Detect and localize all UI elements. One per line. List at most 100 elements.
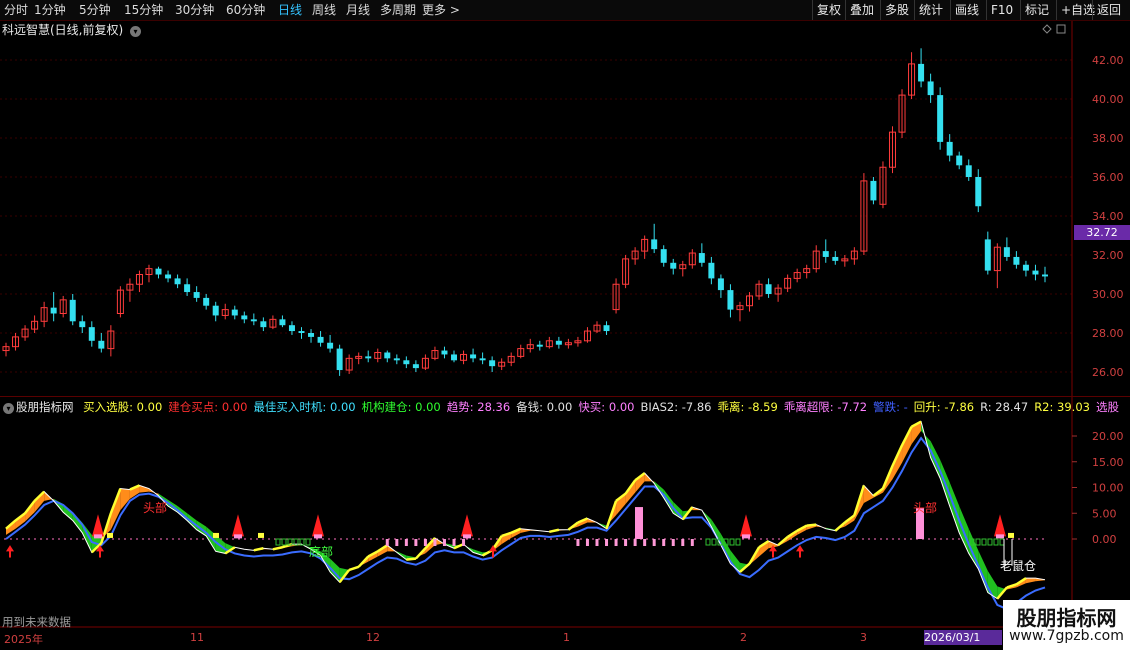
yellow-segment <box>549 528 560 534</box>
exit-label: 老鼠仓 <box>1000 559 1036 573</box>
bottom-marker <box>981 538 987 546</box>
candle-body <box>927 81 934 96</box>
buy-signal-base <box>742 534 750 539</box>
indicator-value: 警跌: - <box>873 400 908 414</box>
indicator-value: 备钱: 0.00 <box>516 400 573 414</box>
candle-body <box>69 299 76 322</box>
bottom-marker <box>999 538 1005 546</box>
bottom-marker <box>275 538 281 546</box>
indicator-tick-label: 5.00 <box>1092 507 1117 520</box>
candle-body <box>1022 264 1029 271</box>
indicator-value: BIAS2: -7.86 <box>640 400 712 414</box>
candle-body <box>937 95 944 142</box>
watermark-title: 股朋指标网 <box>1016 606 1117 630</box>
pane-divider[interactable] <box>0 396 1130 397</box>
price-tick-label: 30.00 <box>1092 288 1124 301</box>
candle-body <box>384 352 391 359</box>
buy-signal-triangle <box>92 514 104 537</box>
candle-body <box>308 333 315 337</box>
candle-body <box>279 319 286 326</box>
indicator-value: 回升: -7.86 <box>913 400 975 414</box>
x-tick: 11 <box>190 631 204 644</box>
candle-body <box>765 284 772 294</box>
indicator-value: 买入选股: 0.00 <box>83 400 163 414</box>
square-icon <box>1056 24 1066 34</box>
indicator-tick-label: 10.00 <box>1092 482 1124 495</box>
candle-body <box>727 290 734 310</box>
bottom-marker <box>705 538 711 546</box>
buy-signal-triangle <box>312 514 324 537</box>
price-tick-label: 40.00 <box>1092 93 1124 106</box>
candle-body <box>956 155 963 166</box>
candle-body <box>451 354 458 361</box>
blue-line <box>5 436 1046 611</box>
candle-body <box>708 262 715 279</box>
top-label: 头部 <box>913 500 937 515</box>
quickbuy-bar <box>681 539 685 546</box>
yellow-marker <box>107 532 113 538</box>
candle-body <box>79 321 86 328</box>
indicator-value: 选股 <box>1095 400 1119 414</box>
candle-body <box>184 284 191 293</box>
trend-band <box>1025 578 1036 584</box>
quickbuy-bar <box>462 539 466 546</box>
candle-body <box>660 249 667 263</box>
indicator-tick-label: 0.00 <box>1092 533 1117 546</box>
candle-body <box>832 256 839 261</box>
candle-body <box>288 325 295 332</box>
x-tick: 2025年 <box>4 633 43 646</box>
top-label: 头部 <box>143 500 167 515</box>
quickbuy-bar <box>633 539 637 546</box>
quickbuy-bar <box>690 539 694 546</box>
yellow-segment <box>272 546 283 551</box>
candle-body <box>336 348 343 371</box>
buy-signal-base <box>94 534 102 539</box>
bottom-marker <box>987 538 993 546</box>
quickbuy-bar <box>395 539 399 546</box>
candle-body <box>670 262 677 269</box>
quickbuy-bar <box>442 539 446 546</box>
watermark-url: www.7gpzb.com <box>1009 628 1124 644</box>
candle-body <box>1003 247 1010 257</box>
candle-body <box>298 331 305 333</box>
buy-signal-triangle <box>740 514 752 537</box>
quickbuy-bar <box>414 539 418 546</box>
indicator-value: R: 28.47 <box>980 400 1029 414</box>
current-price-tag: 32.72 <box>1074 225 1130 240</box>
candle-body <box>870 180 877 201</box>
candle-body <box>603 325 610 332</box>
candle-body <box>365 356 372 359</box>
yellow-segment <box>806 523 817 527</box>
kline-chart[interactable]: 42.0040.0038.0036.0034.0032.0030.0028.00… <box>0 0 1130 650</box>
quickbuy-bar <box>433 539 437 546</box>
candle-body <box>975 177 982 207</box>
indicator-toggle-icon[interactable]: ▾ <box>3 403 14 414</box>
candle-body <box>174 278 181 285</box>
candle-body <box>1042 274 1048 277</box>
candle-body <box>946 141 953 156</box>
signal-bar <box>635 507 643 539</box>
bottom-label: 底部 <box>309 544 333 559</box>
indicator-value: 乖离: -8.59 <box>717 400 778 414</box>
quickbuy-bar <box>652 539 656 546</box>
candle-body <box>1013 256 1020 265</box>
price-tick-label: 26.00 <box>1092 366 1124 379</box>
x-tick: 3 <box>860 631 867 644</box>
price-tick-label: 38.00 <box>1092 132 1124 145</box>
bottom-marker <box>711 538 717 546</box>
indicator-header: ▾ 股朋指标网 买入选股: 0.00 建仓买点: 0.00 最佳买入时机: 0.00 机… <box>0 399 1130 415</box>
candle-body <box>470 354 477 359</box>
indicator-value: 最佳买入时机: 0.00 <box>253 400 356 414</box>
x-tick: 2 <box>740 631 747 644</box>
x-tick: 1 <box>563 631 570 644</box>
price-tick-label: 28.00 <box>1092 327 1124 340</box>
candle-body <box>231 309 238 316</box>
indicator-value: 机构建仓: 0.00 <box>361 400 441 414</box>
candle-body <box>193 292 200 298</box>
quickbuy-bar <box>624 539 628 546</box>
yellow-marker <box>1008 532 1014 538</box>
candle-body <box>918 63 925 82</box>
bottom-marker <box>993 538 999 546</box>
quickbuy-bar <box>595 539 599 546</box>
candle-body <box>555 340 562 345</box>
